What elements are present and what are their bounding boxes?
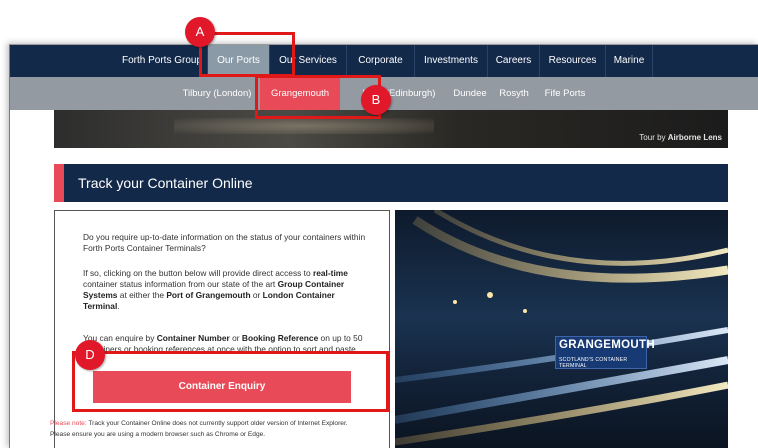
sign-subtitle: SCOTLAND'S CONTAINER TERMINAL [559,357,628,369]
annotation-badge-a: A [185,17,215,47]
hero-video-strip[interactable]: Tour by Airborne Lens [54,110,728,148]
intro-text: Do you require up-to-date information on… [83,232,366,253]
section-header: Track your Container Online [54,164,728,202]
section-accent-bar [54,164,64,202]
tour-credit-prefix: Tour by [639,133,668,142]
note-label: Please note: [50,420,87,427]
section-title: Track your Container Online [78,175,253,191]
light-trail [412,216,728,283]
nav-corporate[interactable]: Corporate [346,45,414,77]
nav-investments[interactable]: Investments [414,45,487,77]
subnav-rosyth[interactable]: Rosyth [492,77,536,110]
description-text: If so, clicking on the button below will… [83,268,348,311]
subnav-tilbury[interactable]: Tilbury (London) [174,77,260,110]
nav-forth-ports-group[interactable]: Forth Ports Group [117,45,207,77]
nav-resources[interactable]: Resources [539,45,605,77]
browser-note: Please note: Track your Container Online… [50,418,395,440]
tour-credit-name: Airborne Lens [667,133,722,142]
nav-careers[interactable]: Careers [487,45,539,77]
info-panel: Do you require up-to-date information on… [54,210,390,448]
street-light [523,309,527,313]
note-line-2: Please ensure you are using a modern bro… [50,431,266,438]
annotation-badge-b: B [361,85,391,115]
primary-nav: Forth Ports Group Our Ports Our Services… [10,45,758,77]
annotation-badge-d: D [75,340,105,370]
annotation-box-d [72,351,389,412]
subnav-fife-ports[interactable]: Fife Ports [536,77,594,110]
terminal-photo: GRANGEMOUTH SCOTLAND'S CONTAINER TERMINA… [395,210,728,448]
tour-credit[interactable]: Tour by Airborne Lens [639,133,722,142]
grangemouth-sign: GRANGEMOUTH SCOTLAND'S CONTAINER TERMINA… [555,336,655,369]
nav-marine[interactable]: Marine [605,45,653,77]
note-line-1: Track your Container Online does not cur… [86,420,348,427]
light-trail [395,356,728,424]
street-light [453,300,457,304]
subnav-dundee[interactable]: Dundee [448,77,492,110]
street-light [487,292,493,298]
hero-light [174,118,434,134]
light-trails-image [395,210,728,446]
sign-title: GRANGEMOUTH [559,339,655,351]
